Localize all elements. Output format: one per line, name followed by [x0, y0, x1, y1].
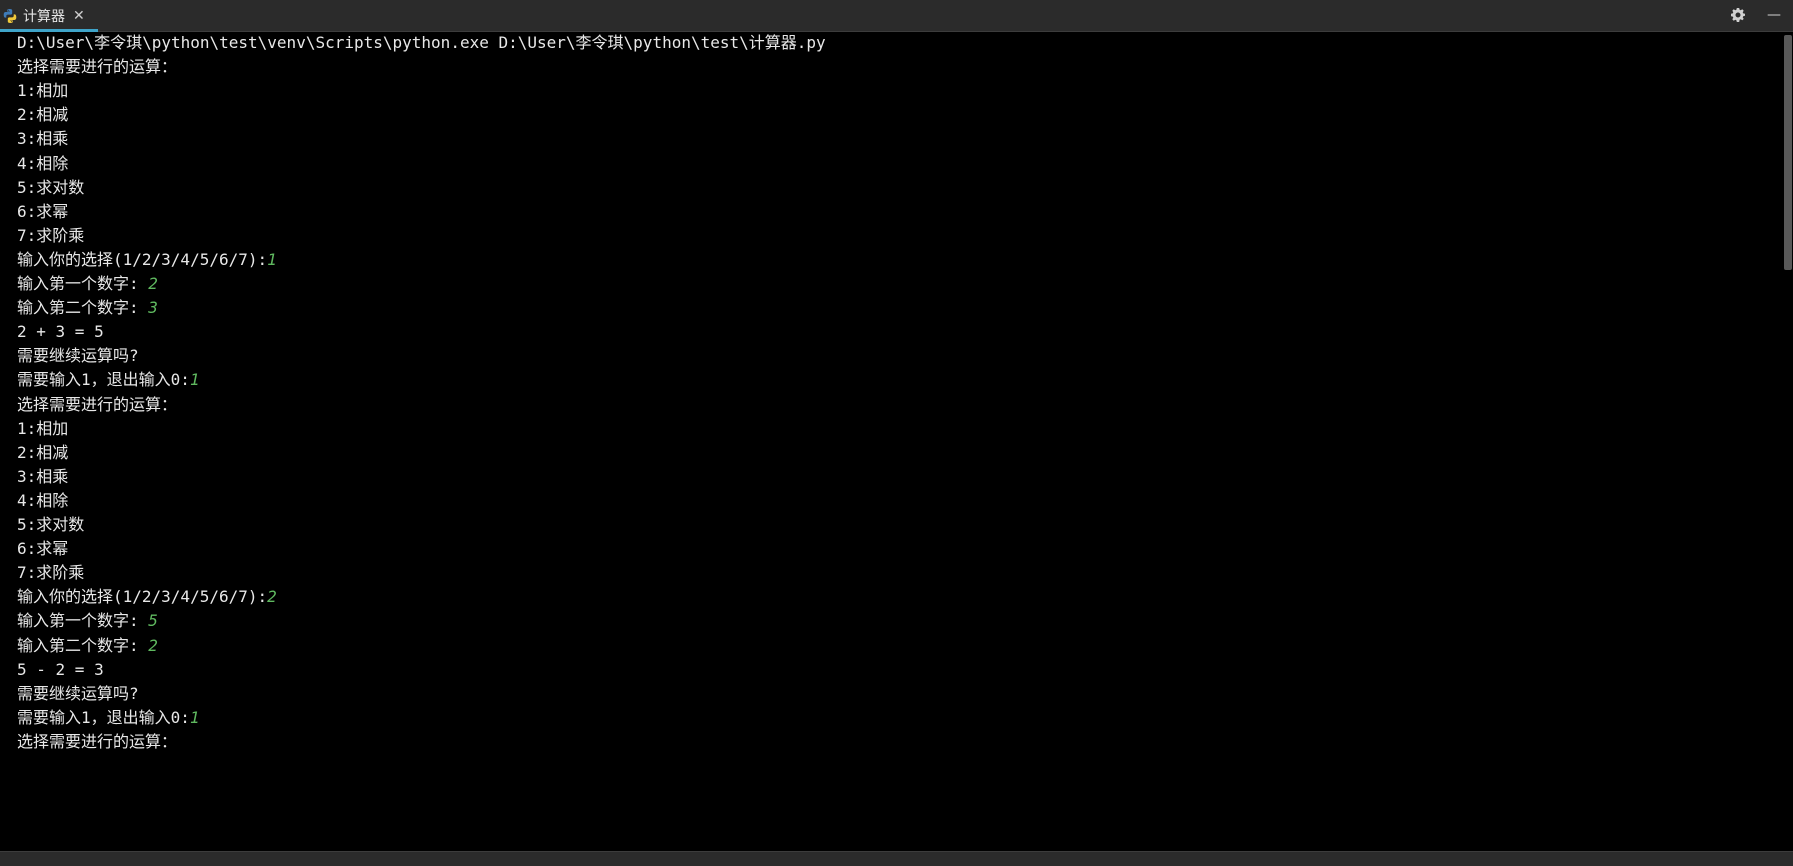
console-text: 输入你的选择(1/2/3/4/5/6/7):: [17, 587, 268, 607]
console-text: D:\User\李令琪\python\test\venv\Scripts\pyt…: [17, 33, 826, 52]
minimize-icon: —: [1767, 7, 1781, 23]
console-line: 5:求对数: [17, 174, 84, 201]
console-text: 选择需要进行的运算：: [17, 394, 178, 414]
console-line: 需要输入1，退出输入0:1: [17, 704, 200, 731]
console-text: 2:相减: [17, 442, 69, 462]
console-line: 6:求幂: [17, 535, 68, 562]
console-text: 7:求阶乘: [17, 225, 85, 245]
gear-icon: [1731, 8, 1745, 22]
console-line: 1:相加: [17, 415, 68, 442]
console-text: 输入第一个数字:: [17, 274, 149, 293]
console-line: 输入第二个数字: 3: [17, 294, 158, 321]
console-text: 3:相乘: [17, 466, 69, 486]
console-line: 7:求阶乘: [17, 559, 84, 586]
console-line: 选择需要进行的运算：: [17, 728, 177, 755]
console-text: 3:相乘: [17, 129, 69, 149]
console-line: 2 + 3 = 5: [17, 318, 104, 345]
console-line: 1:相加: [17, 77, 68, 104]
console-text: 输入第二个数字:: [17, 635, 149, 655]
console-line: 2:相减: [17, 439, 68, 466]
console-text: 需要输入1，退出输入0:: [17, 707, 190, 727]
user-input: 3: [148, 298, 158, 318]
user-input: 1: [189, 370, 200, 390]
console-text: 2:相减: [17, 105, 69, 125]
console-text: 2 + 3 = 5: [17, 322, 104, 342]
console-line: 6:求幂: [17, 198, 68, 225]
console-line: 3:相乘: [17, 125, 68, 152]
scrollbar-thumb[interactable]: [1784, 35, 1792, 270]
user-input: 1: [189, 707, 200, 727]
console-text: 6:求幂: [17, 539, 69, 559]
console-line: 4:相除: [17, 150, 68, 177]
tool-window-header: 计算器 ✕ —: [0, 0, 1793, 32]
console-text: 选择需要进行的运算：: [17, 731, 178, 751]
console-text: 1:相加: [17, 418, 69, 438]
console-text: 6:求幂: [17, 201, 69, 221]
console-text: 4:相除: [17, 490, 69, 510]
console-line: 5:求对数: [17, 511, 84, 538]
close-icon[interactable]: ✕: [73, 8, 85, 24]
console-line: 输入第二个数字: 2: [17, 632, 158, 659]
python-icon: [3, 9, 17, 23]
user-input: 2: [148, 274, 158, 293]
user-input: 1: [267, 249, 277, 269]
console-line: 5 - 2 = 3: [17, 656, 104, 683]
console-line: 4:相除: [17, 487, 68, 514]
console-text: 1:相加: [17, 81, 69, 101]
console-text: 选择需要进行的运算：: [17, 57, 178, 77]
console-line: 选择需要进行的运算：: [17, 53, 177, 80]
active-tab-indicator: [0, 29, 98, 32]
bottom-tool-strip: [0, 851, 1793, 866]
console-line: 7:求阶乘: [17, 222, 84, 249]
console-text: 5:求对数: [17, 515, 85, 534]
console-line: 需要继续运算吗?: [17, 680, 139, 707]
console-text: 5 - 2 = 3: [17, 659, 104, 679]
minimize-button[interactable]: —: [1763, 4, 1785, 26]
user-input: 2: [267, 587, 277, 607]
console-text: 需要输入1，退出输入0:: [17, 370, 190, 390]
settings-button[interactable]: [1727, 4, 1749, 26]
console-text: 5:求对数: [17, 177, 85, 197]
console-text: 7:求阶乘: [17, 563, 85, 583]
console-text: 4:相除: [17, 153, 69, 173]
run-tab[interactable]: 计算器 ✕: [0, 0, 98, 32]
console-line: 需要继续运算吗?: [17, 342, 139, 369]
console-text: 输入第二个数字:: [17, 298, 149, 318]
console-output[interactable]: D:\User\李令琪\python\test\venv\Scripts\pyt…: [0, 33, 1780, 850]
console-line: 选择需要进行的运算：: [17, 391, 177, 418]
console-line: 2:相减: [17, 101, 68, 128]
user-input: 2: [148, 635, 158, 655]
console-text: 输入第一个数字:: [17, 611, 149, 631]
console-line: 输入第一个数字: 5: [17, 607, 158, 634]
console-line: 输入第一个数字: 2: [17, 270, 158, 297]
console-line: 输入你的选择(1/2/3/4/5/6/7):1: [17, 246, 277, 273]
tab-title: 计算器: [23, 9, 65, 25]
console-line: 需要输入1，退出输入0:1: [17, 366, 200, 393]
console-text: 需要继续运算吗?: [17, 683, 139, 703]
console-line: 3:相乘: [17, 463, 68, 490]
user-input: 5: [148, 611, 158, 631]
console-line: 输入你的选择(1/2/3/4/5/6/7):2: [17, 583, 277, 610]
console-text: 需要继续运算吗?: [17, 346, 139, 366]
console-text: 输入你的选择(1/2/3/4/5/6/7):: [17, 249, 268, 269]
